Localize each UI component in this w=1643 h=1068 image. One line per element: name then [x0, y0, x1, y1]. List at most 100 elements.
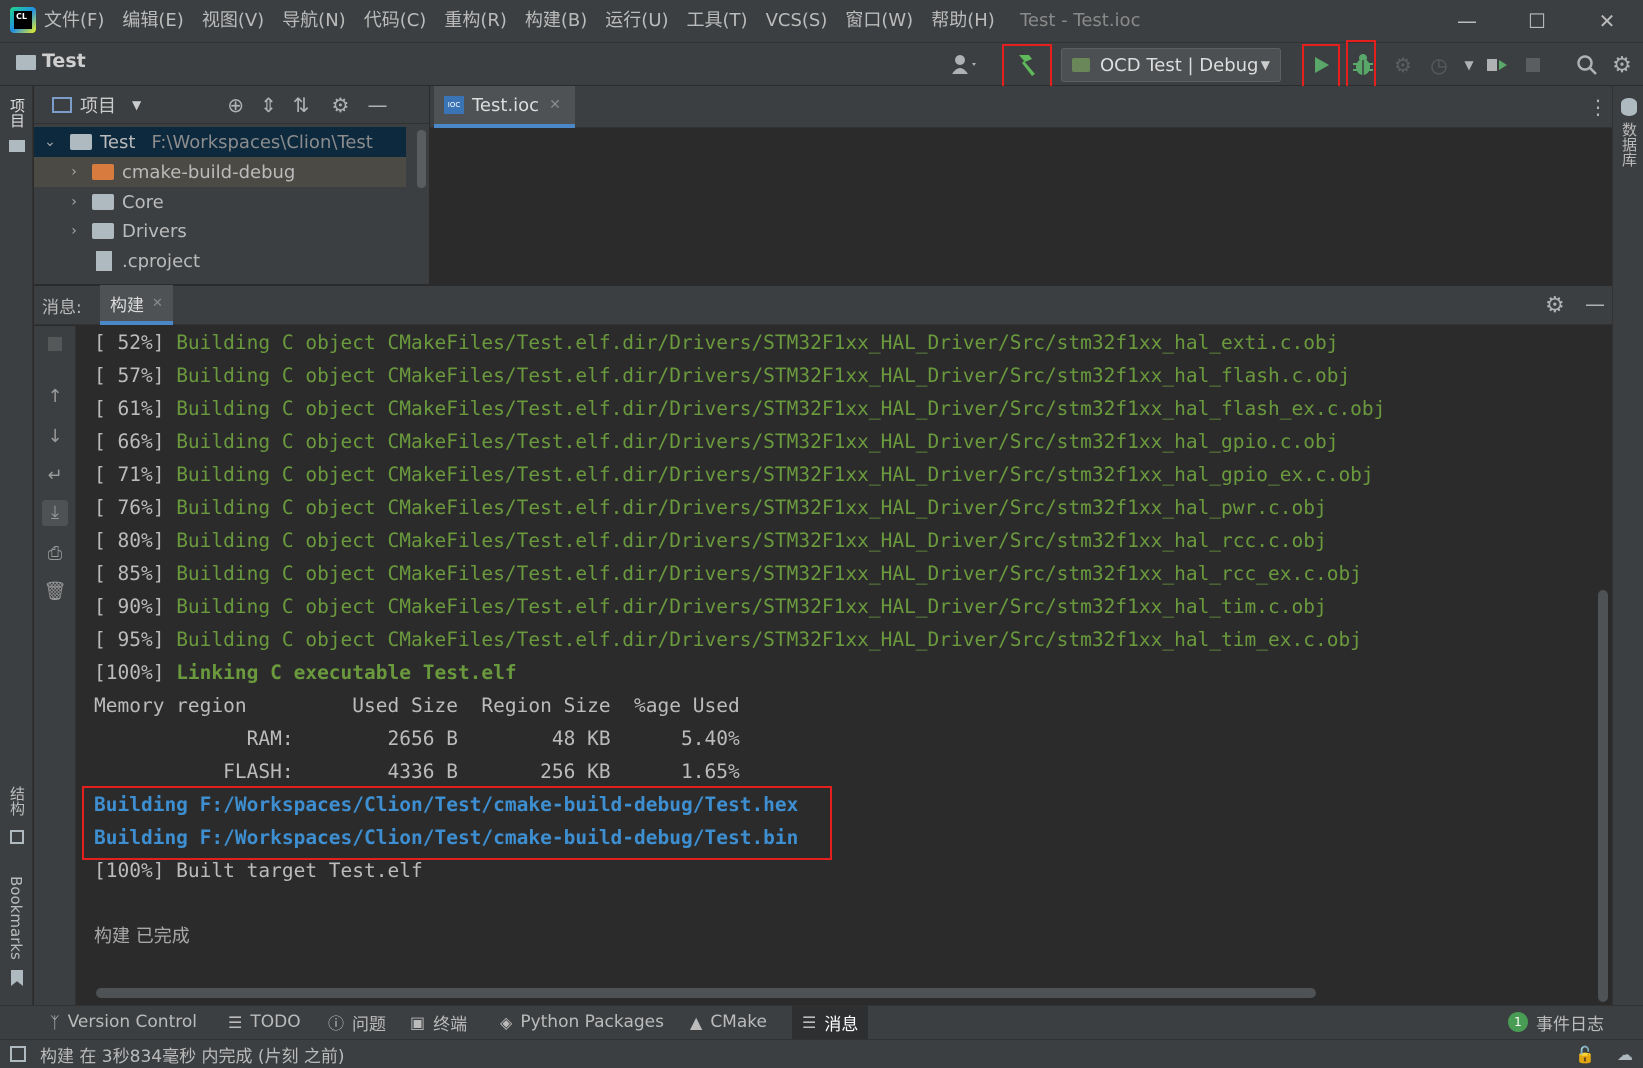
chevron-down-icon[interactable]: ⌄ — [40, 134, 60, 150]
terminal-icon: ▣ — [410, 1012, 426, 1032]
tree-item-label: Core — [122, 191, 164, 213]
console-line: [ 61%] Building C object CMakeFiles/Test… — [94, 397, 1386, 420]
tool-terminal[interactable]: ▣ 终端 — [410, 1005, 467, 1039]
editor-tab-label: Test.ioc — [472, 94, 540, 116]
tool-version-control[interactable]: ᛉ Version Control — [50, 1005, 197, 1039]
tool-label: 问题 — [352, 1014, 387, 1035]
menu-window[interactable]: 窗口(W) — [845, 0, 913, 42]
ghost-icon[interactable] — [948, 48, 982, 82]
menu-run[interactable]: 运行(U) — [605, 0, 668, 42]
project-tree-scrollbar[interactable] — [417, 130, 426, 188]
menu-code[interactable]: 代码(C) — [364, 0, 427, 42]
tool-python-packages[interactable]: ◈ Python Packages — [500, 1005, 664, 1039]
close-icon[interactable]: ✕ — [152, 296, 163, 311]
more-options-icon[interactable]: ⋮ — [1588, 95, 1608, 119]
console-line: FLASH: 4336 B 256 KB 1.65% — [94, 760, 740, 783]
collapse-all-icon[interactable]: ⇅ — [293, 93, 310, 117]
chevron-right-icon[interactable]: › — [64, 223, 84, 239]
soft-wrap-icon[interactable]: ↵ — [42, 463, 68, 489]
console-line: [100%] Linking C executable Test.elf — [94, 661, 517, 684]
arrow-up-icon[interactable]: ↑ — [42, 384, 68, 410]
menu-build[interactable]: 构建(B) — [525, 0, 587, 42]
menu-bar: 文件(F) 编辑(E) 视图(V) 导航(N) 代码(C) 重构(R) 构建(B… — [44, 0, 1013, 42]
breadcrumb-project[interactable]: Test — [42, 50, 86, 72]
messages-tab-build[interactable]: 构建 ✕ — [100, 285, 173, 325]
panel-toggle-icon[interactable] — [10, 1046, 26, 1062]
cloud-icon[interactable]: ☁ — [1617, 1045, 1633, 1064]
project-view-title[interactable]: 项目 — [80, 92, 116, 118]
lock-icon[interactable]: 🔓 — [1575, 1045, 1595, 1064]
menu-file[interactable]: 文件(F) — [44, 0, 104, 42]
database-tool-button[interactable]: 数据库 — [1619, 122, 1640, 167]
arrow-down-icon[interactable]: ↓ — [42, 424, 68, 450]
coverage-icon[interactable]: ⚙ — [1386, 48, 1420, 82]
chevron-right-icon[interactable]: › — [64, 194, 84, 210]
tree-item-cproject[interactable]: .cproject — [34, 246, 406, 276]
cmake-icon: ▲ — [690, 1012, 703, 1032]
trash-icon[interactable]: 🗑 — [42, 579, 68, 605]
maximize-window-button[interactable]: ☐ — [1502, 0, 1572, 42]
minimize-icon[interactable]: — — [1585, 292, 1605, 316]
menu-help[interactable]: 帮助(H) — [931, 0, 995, 42]
expand-all-icon[interactable]: ⇕ — [260, 93, 277, 117]
menu-refactor[interactable]: 重构(R) — [444, 0, 507, 42]
console-vertical-scrollbar[interactable] — [1598, 590, 1608, 1002]
structure-icon — [10, 830, 24, 844]
console-line: [ 85%] Building C object CMakeFiles/Test… — [94, 562, 1362, 585]
console-horizontal-scrollbar[interactable] — [96, 988, 1316, 998]
file-icon — [96, 251, 112, 271]
print-icon[interactable]: ⎙ — [42, 541, 68, 567]
console-line: [ 66%] Building C object CMakeFiles/Test… — [94, 430, 1339, 453]
console-line: Memory region Used Size Region Size %age… — [94, 694, 740, 717]
gear-icon[interactable]: ⚙ — [332, 93, 350, 117]
tool-messages[interactable]: ☰ 消息 — [792, 1005, 869, 1039]
structure-tool-button[interactable]: 结构 — [7, 786, 28, 816]
close-window-button[interactable]: ✕ — [1572, 0, 1642, 42]
logo-text: CL — [14, 11, 32, 29]
tool-label: Version Control — [67, 1012, 197, 1032]
menu-tools[interactable]: 工具(T) — [687, 0, 748, 42]
database-icon — [1621, 98, 1637, 116]
minimize-icon[interactable]: — — [367, 93, 387, 117]
stop-icon[interactable] — [1516, 48, 1550, 82]
tool-cmake[interactable]: ▲ CMake — [690, 1005, 767, 1039]
editor-tab-test-ioc[interactable]: IOC Test.ioc ✕ — [434, 86, 575, 128]
messages-panel-header: 消息: — [34, 285, 1612, 325]
bookmarks-tool-button[interactable]: Bookmarks — [7, 876, 25, 960]
run-configuration-select[interactable]: OCD Test | Debug ▼ — [1061, 48, 1281, 82]
project-tool-button[interactable]: 项目 — [7, 98, 28, 128]
compile-highlight-box — [1002, 44, 1052, 88]
output-files-highlight-box — [82, 786, 832, 860]
messages-icon: ☰ — [802, 1012, 817, 1032]
menu-navigate[interactable]: 导航(N) — [282, 0, 346, 42]
minimize-window-button[interactable]: — — [1432, 0, 1502, 42]
stop-icon[interactable] — [42, 334, 68, 360]
profile-icon[interactable]: ◷ — [1422, 48, 1456, 82]
tool-todo[interactable]: ☰ TODO — [228, 1005, 301, 1039]
menu-edit[interactable]: 编辑(E) — [122, 0, 183, 42]
tool-event-log[interactable]: 1 事件日志 — [1508, 1005, 1604, 1039]
tool-label: 终端 — [433, 1014, 468, 1035]
tool-label: 事件日志 — [1536, 1014, 1604, 1035]
tree-item-root[interactable]: ⌄ Test F:\Workspaces\Clion\Test — [34, 127, 406, 157]
tree-item-drivers[interactable]: › Drivers — [34, 216, 406, 246]
menu-vcs[interactable]: VCS(S) — [766, 0, 828, 42]
gear-icon[interactable]: ⚙ — [1605, 48, 1639, 82]
attach-icon[interactable] — [1480, 48, 1514, 82]
chevron-down-icon[interactable]: ▼ — [132, 98, 141, 112]
tree-item-label: cmake-build-debug — [122, 161, 296, 183]
left-tool-stripe: 项目 结构 Bookmarks — [0, 86, 33, 1005]
tool-problems[interactable]: ⓘ 问题 — [328, 1005, 386, 1039]
menu-view[interactable]: 视图(V) — [202, 0, 264, 42]
tree-item-cmake-build-debug[interactable]: › cmake-build-debug — [34, 157, 406, 187]
search-icon[interactable] — [1570, 48, 1604, 82]
editor-area[interactable] — [430, 128, 1612, 284]
gear-icon[interactable]: ⚙ — [1545, 293, 1565, 318]
tool-label: Python Packages — [520, 1012, 664, 1032]
close-icon[interactable]: ✕ — [549, 97, 561, 113]
scroll-to-end-icon[interactable]: ⤓ — [42, 500, 68, 526]
chevron-right-icon[interactable]: › — [64, 164, 84, 180]
locate-icon[interactable]: ⊕ — [227, 93, 244, 117]
tree-item-core[interactable]: › Core — [34, 187, 406, 217]
tree-item-label: Drivers — [122, 220, 187, 242]
